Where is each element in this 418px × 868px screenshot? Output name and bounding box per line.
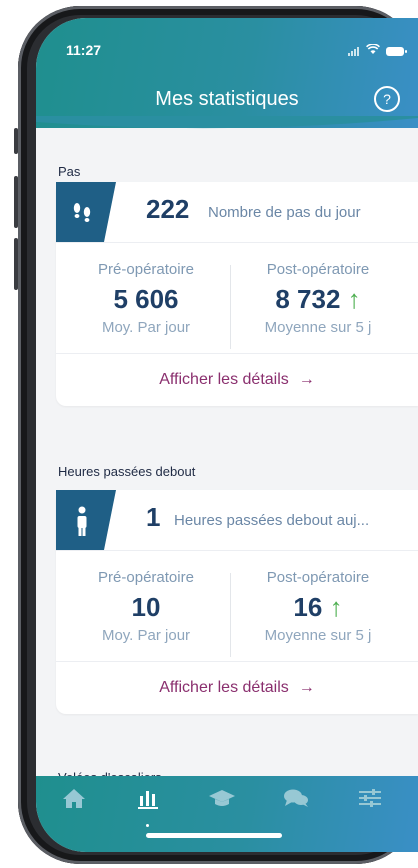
standing-card: 1 Heures passées debout auj... Pré-opéra… xyxy=(56,490,418,714)
section-label-standing: Heures passées debout xyxy=(58,464,196,479)
postop-title: Post-opératoire xyxy=(266,261,370,278)
signal-icon xyxy=(348,46,360,56)
stats-icon xyxy=(138,791,158,809)
arrow-right-icon: → xyxy=(298,679,315,696)
steps-preop: Pré-opératoire 5 606 Moy. Par jour xyxy=(61,261,231,336)
person-icon xyxy=(56,490,116,550)
details-label: Afficher les détails xyxy=(159,679,289,696)
steps-comparison: Pré-opératoire 5 606 Moy. Par jour Post-… xyxy=(56,243,418,354)
steps-today-label: Nombre de pas du jour xyxy=(208,204,361,221)
footprints-icon xyxy=(56,182,116,242)
app-header: 11:27 Mes statistiques ? xyxy=(36,18,418,128)
app-screen: 11:27 Mes statistiques ? Pas 222 Nombre … xyxy=(36,18,418,852)
standing-today-value: 1 xyxy=(146,502,161,532)
postop-value-row: 8 732 ↑ xyxy=(233,284,403,315)
preop-value: 10 xyxy=(131,592,161,622)
home-indicator[interactable] xyxy=(146,833,282,838)
status-time: 11:27 xyxy=(66,42,102,58)
settings-sliders-icon xyxy=(359,789,381,807)
preop-title: Pré-opératoire xyxy=(98,569,194,586)
standing-details-link[interactable]: Afficher les détails → xyxy=(56,662,418,714)
steps-today-value: 222 xyxy=(146,194,190,224)
details-label: Afficher les détails xyxy=(159,371,289,388)
postop-value: 8 732 xyxy=(275,284,341,314)
chat-icon xyxy=(284,789,308,807)
steps-card: 222 Nombre de pas du jour Pré-opératoire… xyxy=(56,182,418,406)
tab-settings[interactable] xyxy=(350,786,390,822)
mute-switch xyxy=(14,128,18,154)
arrow-right-icon: → xyxy=(298,371,315,388)
postop-subtitle: Moyenne sur 5 j xyxy=(264,319,372,336)
home-icon xyxy=(63,789,85,808)
standing-comparison: Pré-opératoire 10 Moy. Par jour Post-opé… xyxy=(56,551,418,662)
steps-details-link[interactable]: Afficher les détails → xyxy=(56,354,418,406)
preop-subtitle: Moy. Par jour xyxy=(101,627,191,644)
standing-card-header: 1 Heures passées debout auj... xyxy=(56,490,418,551)
help-icon[interactable]: ? xyxy=(374,86,400,112)
tab-education[interactable] xyxy=(202,786,242,822)
preop-value: 5 606 xyxy=(113,284,179,314)
postop-value: 16 xyxy=(293,592,323,622)
tab-statistics[interactable] xyxy=(128,786,168,827)
trend-up-icon: ↑ xyxy=(329,592,343,622)
wifi-icon xyxy=(366,42,380,60)
standing-postop: Post-opératoire 16 ↑ Moyenne sur 5 j xyxy=(233,569,403,644)
status-icons xyxy=(348,42,407,60)
volume-up-button xyxy=(14,176,18,228)
preop-subtitle: Moy. Par jour xyxy=(101,319,191,336)
page-title: Mes statistiques xyxy=(155,88,299,110)
standing-today-label: Heures passées debout auj... xyxy=(174,512,370,529)
steps-card-header: 222 Nombre de pas du jour xyxy=(56,182,418,243)
steps-postop: Post-opératoire 8 732 ↑ Moyenne sur 5 j xyxy=(233,261,403,336)
volume-down-button xyxy=(14,238,18,290)
column-divider xyxy=(230,573,231,657)
graduation-cap-icon xyxy=(209,790,235,806)
section-label-steps: Pas xyxy=(58,164,81,179)
tab-bar xyxy=(36,776,418,852)
preop-title: Pré-opératoire xyxy=(98,261,194,278)
trend-up-icon: ↑ xyxy=(347,284,361,314)
battery-icon xyxy=(386,46,407,56)
header-curve xyxy=(36,116,418,129)
standing-preop: Pré-opératoire 10 Moy. Par jour xyxy=(61,569,231,644)
postop-value-row: 16 ↑ xyxy=(233,592,403,623)
column-divider xyxy=(230,265,231,349)
postop-subtitle: Moyenne sur 5 j xyxy=(264,627,372,644)
active-tab-indicator xyxy=(146,824,149,827)
tab-home[interactable] xyxy=(54,786,94,822)
tab-messages[interactable] xyxy=(276,786,316,822)
postop-title: Post-opératoire xyxy=(266,569,370,586)
